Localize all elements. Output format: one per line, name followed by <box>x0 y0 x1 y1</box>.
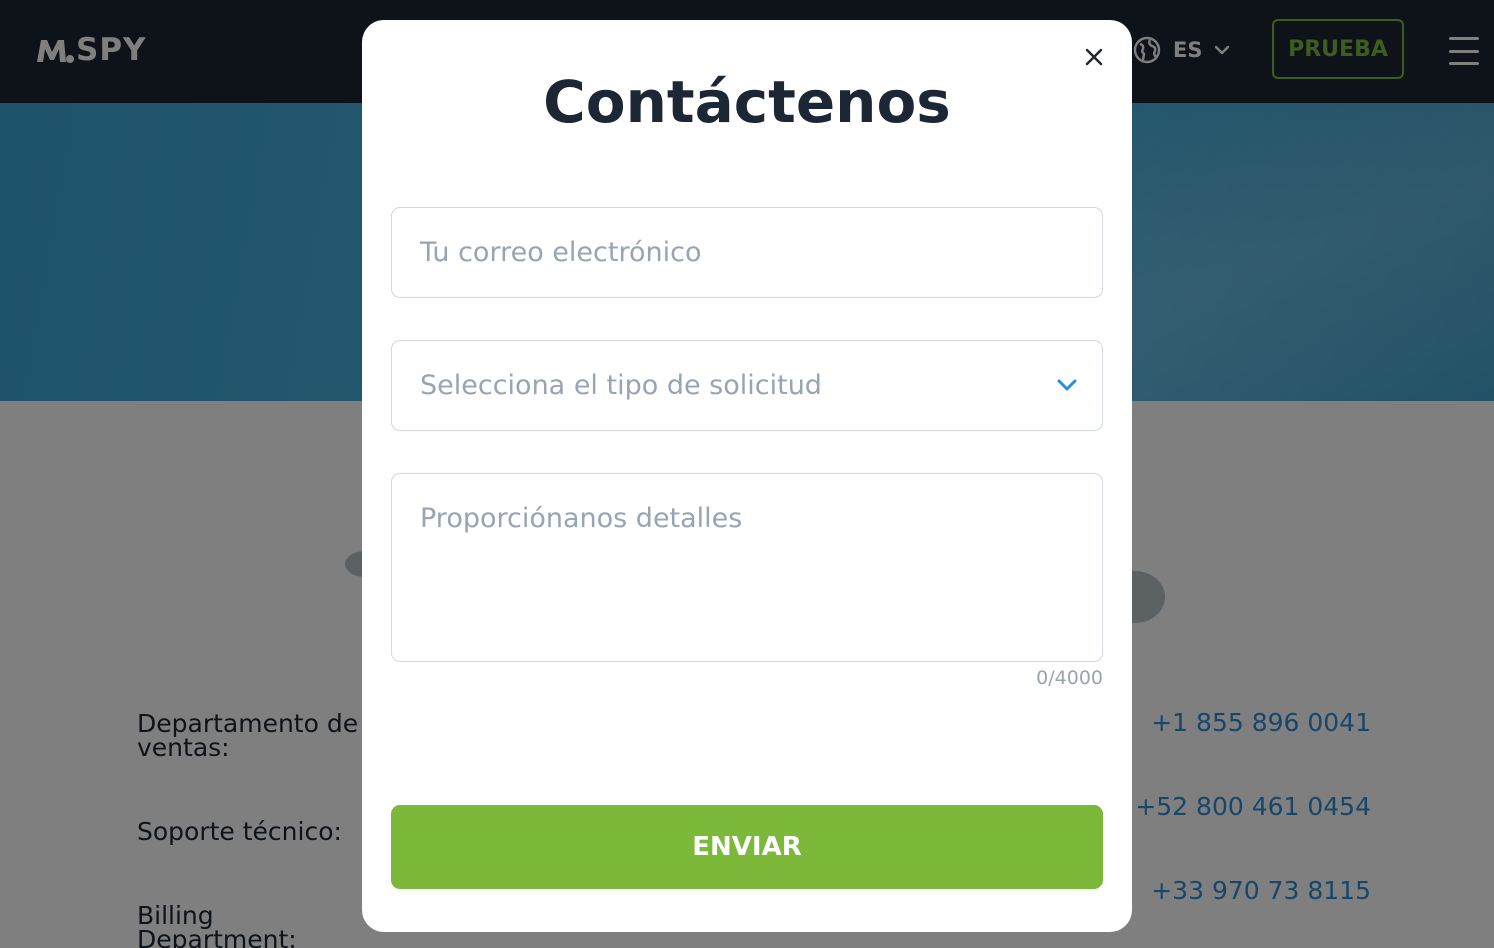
submit-button[interactable]: ENVIAR <box>391 805 1103 889</box>
details-placeholder: Proporciónanos detalles <box>420 503 743 534</box>
request-type-placeholder: Selecciona el tipo de solicitud <box>420 370 822 401</box>
modal-title: Contáctenos <box>543 68 951 136</box>
details-textarea[interactable]: Proporciónanos detalles <box>391 473 1103 662</box>
email-placeholder: Tu correo electrónico <box>420 237 702 268</box>
page: SPY ES PRUEBA Departamento de ventas: +1… <box>0 0 1494 948</box>
email-field[interactable]: Tu correo electrónico <box>391 207 1103 298</box>
contact-modal: Contáctenos Tu correo electrónico Selecc… <box>362 20 1132 932</box>
close-icon <box>1085 48 1103 66</box>
chevron-down-icon <box>1057 379 1077 391</box>
character-counter: 0/4000 <box>1036 667 1103 689</box>
request-type-select[interactable]: Selecciona el tipo de solicitud <box>391 340 1103 431</box>
